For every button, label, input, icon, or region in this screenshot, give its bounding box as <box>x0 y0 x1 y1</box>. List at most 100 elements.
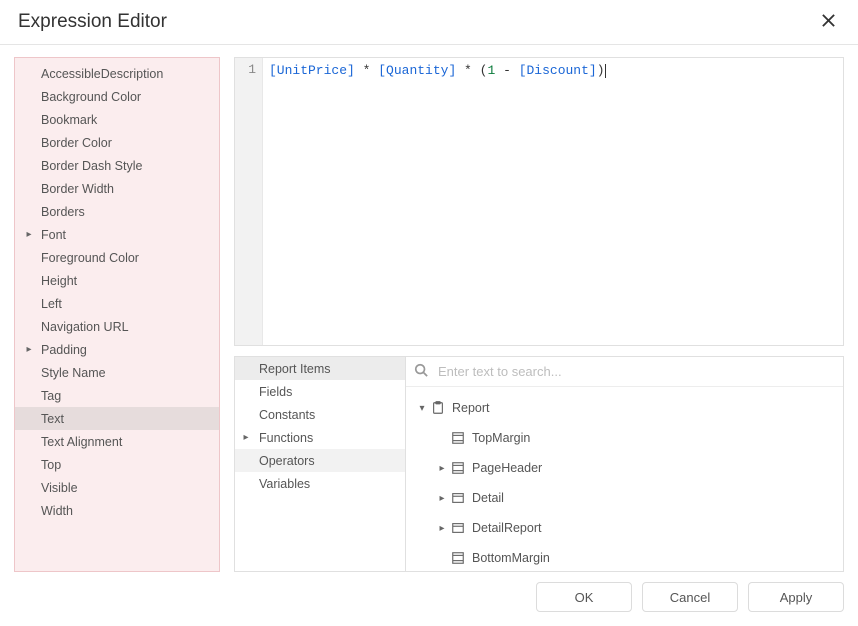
category-row[interactable]: Constants <box>235 403 405 426</box>
band-icon <box>450 430 466 446</box>
property-row[interactable]: Foreground Color <box>15 246 219 269</box>
property-label: Navigation URL <box>37 320 213 334</box>
tree-node[interactable]: TopMargin <box>406 423 843 453</box>
category-label: Functions <box>253 431 313 445</box>
property-row[interactable]: Visible <box>15 476 219 499</box>
token-field: [Discount] <box>519 63 597 78</box>
property-row[interactable]: Border Color <box>15 131 219 154</box>
search-input[interactable] <box>436 363 835 380</box>
property-label: Background Color <box>37 90 213 104</box>
token-op: ) <box>597 63 605 78</box>
property-row[interactable]: AccessibleDescription <box>15 62 219 85</box>
expression-editor[interactable]: 1 [UnitPrice] * [Quantity] * (1 - [Disco… <box>234 57 844 346</box>
category-label: Report Items <box>253 362 331 376</box>
property-label: Foreground Color <box>37 251 213 265</box>
property-row[interactable]: Bookmark <box>15 108 219 131</box>
box-icon <box>450 490 466 506</box>
property-row[interactable]: Height <box>15 269 219 292</box>
chevron-right-icon[interactable] <box>434 463 450 474</box>
box-icon <box>450 520 466 536</box>
property-row[interactable]: Navigation URL <box>15 315 219 338</box>
code-line: [UnitPrice] * [Quantity] * (1 - [Discoun… <box>269 62 837 80</box>
property-row[interactable]: Font <box>15 223 219 246</box>
expand-icon <box>239 432 253 443</box>
property-label: Border Width <box>37 182 213 196</box>
property-row[interactable]: Width <box>15 499 219 522</box>
property-row[interactable]: Border Width <box>15 177 219 200</box>
expand-icon <box>21 344 37 355</box>
tree-node-label: PageHeader <box>472 461 542 475</box>
tree-node[interactable]: PageHeader <box>406 453 843 483</box>
close-button[interactable] <box>816 10 840 34</box>
property-row[interactable]: Text <box>15 407 219 430</box>
property-row[interactable]: Border Dash Style <box>15 154 219 177</box>
apply-button[interactable]: Apply <box>748 582 844 612</box>
search-row <box>406 357 843 387</box>
expand-icon <box>21 229 37 240</box>
tree-node-label: TopMargin <box>472 431 530 445</box>
item-browser: Report Items Fields Constants Functions Oper… <box>234 356 844 572</box>
editor-gutter: 1 <box>235 58 263 345</box>
property-row[interactable]: Text Alignment <box>15 430 219 453</box>
right-column: 1 [UnitPrice] * [Quantity] * (1 - [Disco… <box>234 57 844 572</box>
property-row[interactable]: Style Name <box>15 361 219 384</box>
line-number: 1 <box>235 62 256 77</box>
category-row[interactable]: Variables <box>235 472 405 495</box>
property-label: Text Alignment <box>37 435 213 449</box>
close-icon <box>821 13 836 31</box>
band-icon <box>450 460 466 476</box>
text-cursor <box>605 64 606 78</box>
token-field: [Quantity] <box>378 63 456 78</box>
dialog-footer: OK Cancel Apply <box>0 582 858 626</box>
property-row[interactable]: Tag <box>15 384 219 407</box>
dialog-body: AccessibleDescription Background Color Boo… <box>0 45 858 582</box>
token-op: * <box>355 63 378 78</box>
cancel-button[interactable]: Cancel <box>642 582 738 612</box>
property-label: Left <box>37 297 213 311</box>
property-row[interactable]: Top <box>15 453 219 476</box>
tree-node-label: BottomMargin <box>472 551 550 565</box>
property-label: Top <box>37 458 213 472</box>
property-label: AccessibleDescription <box>37 67 213 81</box>
property-row[interactable]: Padding <box>15 338 219 361</box>
property-label: Border Dash Style <box>37 159 213 173</box>
properties-panel[interactable]: AccessibleDescription Background Color Boo… <box>14 57 220 572</box>
ok-button[interactable]: OK <box>536 582 632 612</box>
tree-node-label: Report <box>452 401 490 415</box>
items-panel: Report TopMargin PageHeader Detail DetailRep… <box>406 356 844 572</box>
tree-node[interactable]: DetailReport <box>406 513 843 543</box>
chevron-down-icon[interactable] <box>414 403 430 414</box>
clipboard-icon <box>430 400 446 416</box>
property-row[interactable]: Borders <box>15 200 219 223</box>
tree-node[interactable]: Detail <box>406 483 843 513</box>
category-row[interactable]: Report Items <box>235 357 405 380</box>
property-label: Font <box>37 228 213 242</box>
category-row[interactable]: Functions <box>235 426 405 449</box>
band-icon <box>450 550 466 566</box>
chevron-right-icon[interactable] <box>434 523 450 534</box>
property-label: Style Name <box>37 366 213 380</box>
chevron-right-icon[interactable] <box>434 493 450 504</box>
category-list[interactable]: Report Items Fields Constants Functions Oper… <box>234 356 406 572</box>
property-label: Bookmark <box>37 113 213 127</box>
tree-node[interactable]: BottomMargin <box>406 543 843 571</box>
property-label: Borders <box>37 205 213 219</box>
tree-node[interactable]: Report <box>406 393 843 423</box>
report-tree[interactable]: Report TopMargin PageHeader Detail DetailRep… <box>406 387 843 571</box>
category-label: Fields <box>253 385 292 399</box>
property-row[interactable]: Background Color <box>15 85 219 108</box>
property-row[interactable]: Left <box>15 292 219 315</box>
property-label: Height <box>37 274 213 288</box>
token-field: [UnitPrice] <box>269 63 355 78</box>
category-row[interactable]: Operators <box>235 449 405 472</box>
token-op: * ( <box>456 63 487 78</box>
search-icon <box>414 363 428 380</box>
title-bar: Expression Editor <box>0 0 858 45</box>
category-row[interactable]: Fields <box>235 380 405 403</box>
tree-node-label: DetailReport <box>472 521 541 535</box>
dialog-title: Expression Editor <box>18 11 167 33</box>
code-area[interactable]: [UnitPrice] * [Quantity] * (1 - [Discoun… <box>263 58 843 345</box>
property-label: Text <box>37 412 213 426</box>
token-op: - <box>495 63 518 78</box>
property-label: Border Color <box>37 136 213 150</box>
